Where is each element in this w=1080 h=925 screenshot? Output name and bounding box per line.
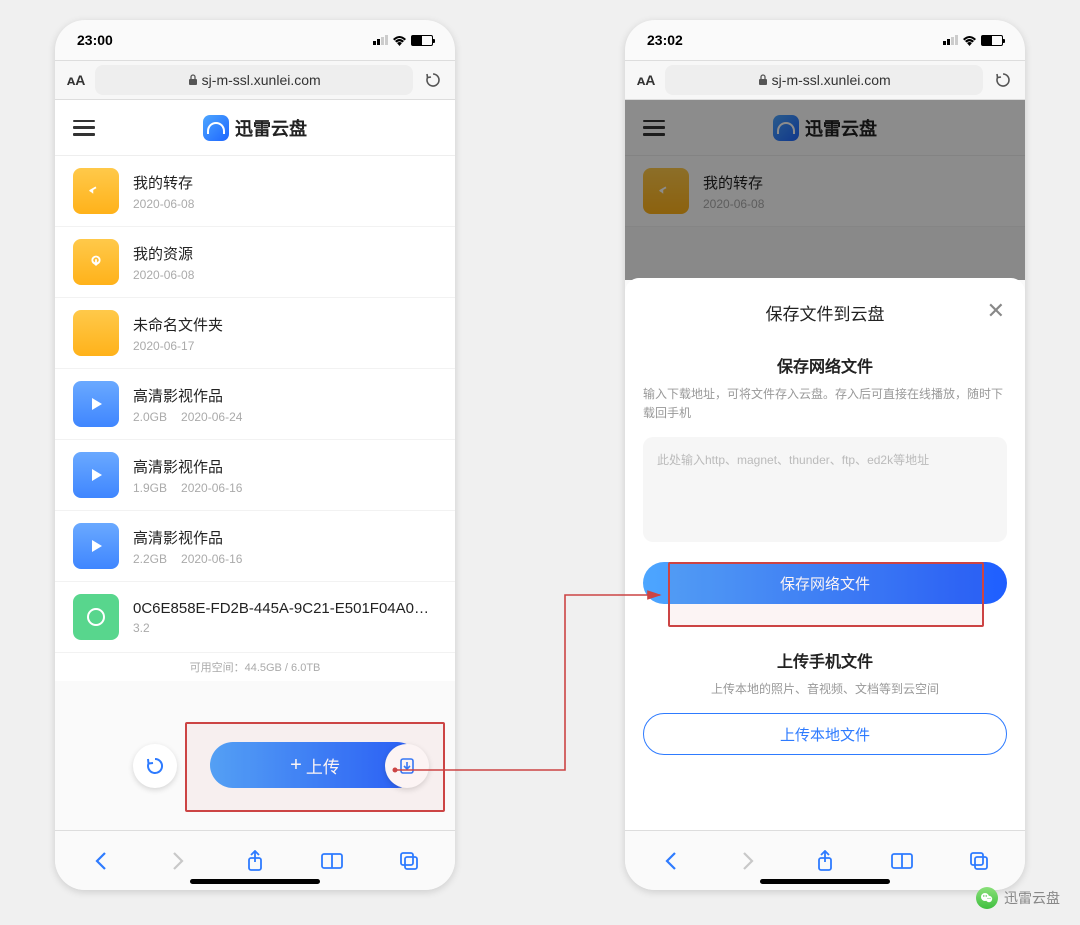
annotation-arrow xyxy=(0,0,1080,925)
